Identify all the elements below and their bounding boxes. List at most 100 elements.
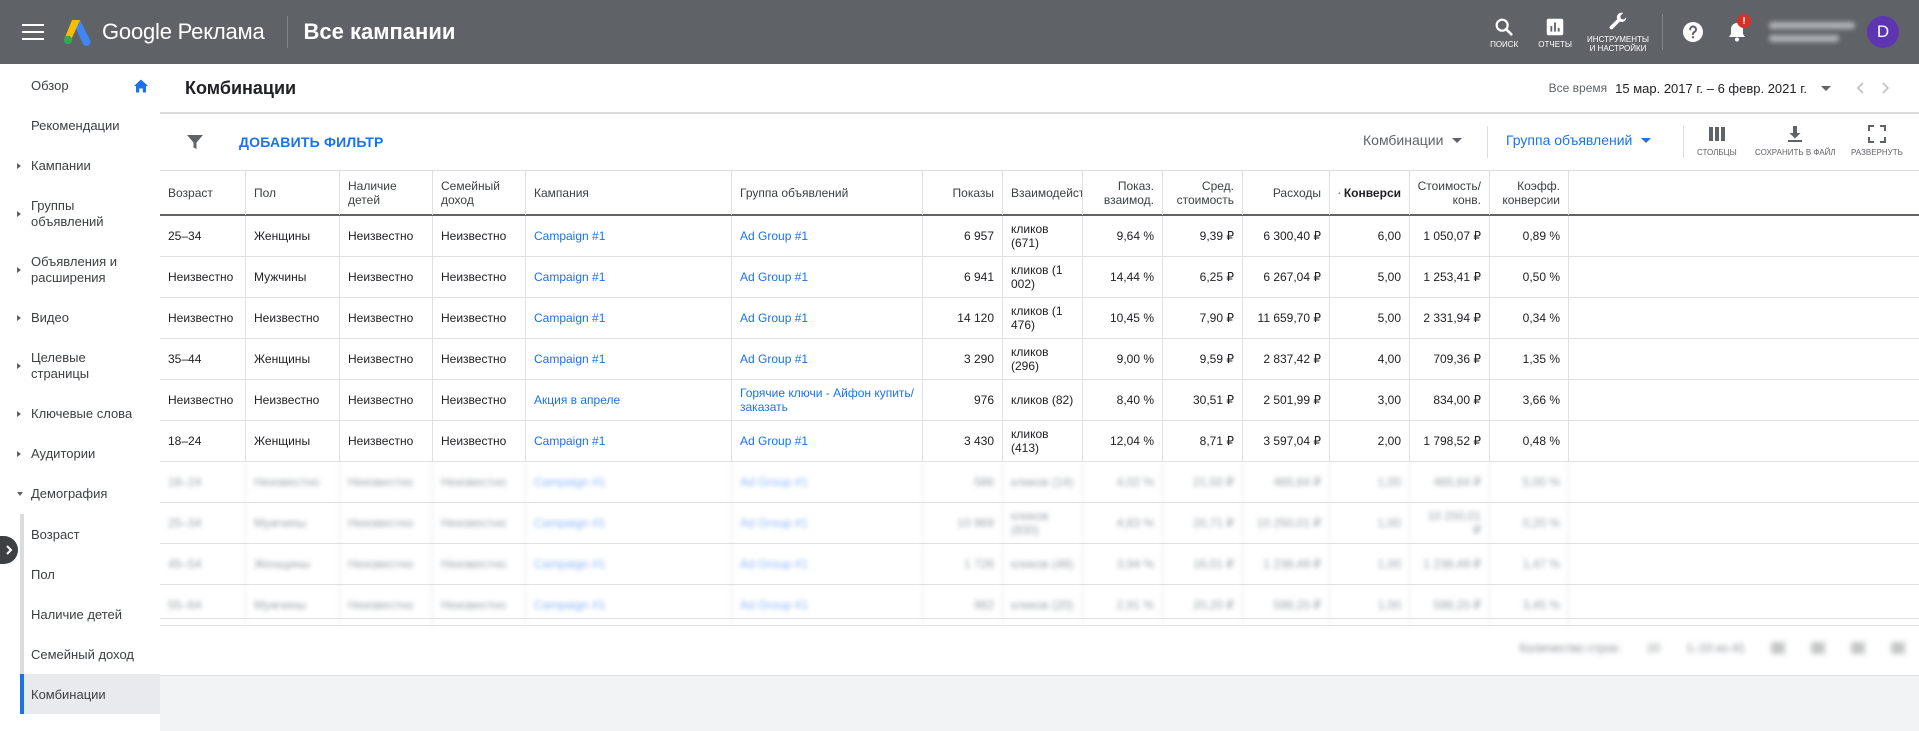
campaign-link[interactable]: Campaign #1 xyxy=(526,462,732,502)
ad-group-link[interactable]: Ad Group #1 xyxy=(732,421,923,461)
sidebar-item-campaigns[interactable]: Кампании xyxy=(0,146,160,186)
add-filter-button[interactable]: ДОБАВИТЬ ФИЛЬТР xyxy=(239,134,384,150)
column-header[interactable]: Наличие детей xyxy=(340,171,433,215)
ad-group-link[interactable]: Ad Group #1 xyxy=(732,339,923,379)
previous-period-button[interactable] xyxy=(1849,76,1873,100)
notifications-button[interactable]: ! xyxy=(1715,0,1759,64)
sidebar-item-label: Демография xyxy=(31,486,108,501)
date-dropdown-caret-icon[interactable] xyxy=(1821,85,1831,91)
sidebar-item-label: Объявления и расширения xyxy=(31,254,118,285)
table-row-redacted: 25–34 Мужчины Неизвестно Неизвестно Campaign… xyxy=(160,503,1919,544)
table-cell: 586 xyxy=(923,462,1003,502)
ad-group-link[interactable]: Ad Group #1 xyxy=(732,216,923,256)
sidebar-subitem-combinations[interactable]: Комбинации xyxy=(20,674,160,714)
column-header[interactable]: Кампания xyxy=(526,171,732,215)
table-cell: 2,00 xyxy=(1330,421,1410,461)
campaign-link[interactable]: Акция в апреле xyxy=(526,380,732,420)
column-header[interactable]: Конверси xyxy=(1330,171,1410,215)
next-page-icon[interactable] xyxy=(1851,642,1865,654)
expand-button[interactable]: РАЗВЕРНУТЬ xyxy=(1851,124,1903,157)
columns-button[interactable]: СТОЛБЦЫ xyxy=(1697,124,1737,157)
campaign-link[interactable]: Campaign #1 xyxy=(526,339,732,379)
sidebar-item-label: Обзор xyxy=(31,78,69,93)
campaign-link[interactable]: Campaign #1 xyxy=(526,544,732,584)
sidebar-subitem-parental-status[interactable]: Наличие детей xyxy=(20,594,160,634)
avatar[interactable]: D xyxy=(1867,16,1899,48)
expand-arrow-icon xyxy=(17,451,21,457)
sidebar-subitem-household-income[interactable]: Семейный доход xyxy=(20,634,160,674)
ad-group-link[interactable]: Ad Group #1 xyxy=(732,544,923,584)
next-period-button[interactable] xyxy=(1873,76,1897,100)
table-cell: 0,89 % xyxy=(1490,216,1569,256)
segment-ad-group-dropdown[interactable]: Группа объявлений xyxy=(1506,132,1652,148)
campaign-link[interactable]: Campaign #1 xyxy=(526,257,732,297)
table-cell: 3,94 % xyxy=(1083,544,1163,584)
table-cell: 6 941 xyxy=(923,257,1003,297)
first-page-icon[interactable] xyxy=(1771,642,1785,654)
google-ads-logo[interactable]: Google Реклама xyxy=(62,18,265,46)
search-label: ПОИСК xyxy=(1490,39,1519,49)
search-button[interactable]: ПОИСК xyxy=(1480,0,1528,64)
table-cell: Неизвестно xyxy=(340,503,433,543)
ad-group-link[interactable]: Ad Group #1 xyxy=(732,298,923,338)
column-header[interactable]: Расходы xyxy=(1243,171,1330,215)
table-cell: 4,00 xyxy=(1330,339,1410,379)
ad-group-link[interactable]: Ad Group #1 xyxy=(732,503,923,543)
table-cell: Неизвестно xyxy=(160,380,246,420)
prev-page-icon[interactable] xyxy=(1811,642,1825,654)
column-header[interactable]: Показ. взаимод. xyxy=(1083,171,1163,215)
tools-button[interactable]: ИНСТРУМЕНТЫ И НАСТРОЙКИ xyxy=(1582,0,1654,64)
table-cell: 709,36 ₽ xyxy=(1410,339,1490,379)
campaign-link[interactable]: Campaign #1 xyxy=(526,503,732,543)
table-cell: 1,00 xyxy=(1330,462,1410,502)
column-header[interactable]: Пол xyxy=(246,171,340,215)
expand-arrow-icon xyxy=(17,211,21,217)
campaign-link[interactable]: Campaign #1 xyxy=(526,216,732,256)
column-header[interactable]: Группа объявлений xyxy=(732,171,923,215)
table-cell: кликов (82) xyxy=(1003,380,1083,420)
column-header[interactable]: Взаимодейств xyxy=(1003,171,1083,215)
last-page-icon[interactable] xyxy=(1891,642,1905,654)
sidebar-item-ads-extensions[interactable]: Объявления и расширения xyxy=(0,242,160,298)
menu-icon[interactable] xyxy=(22,24,44,40)
ad-group-link[interactable]: Ad Group #1 xyxy=(732,462,923,502)
column-header[interactable]: Семейный доход xyxy=(433,171,526,215)
campaign-link[interactable]: Campaign #1 xyxy=(526,298,732,338)
table-cell: Женщины xyxy=(246,339,340,379)
column-header[interactable]: Сред. стоимость xyxy=(1163,171,1243,215)
filter-icon[interactable] xyxy=(185,132,205,152)
table-cell: 9,00 % xyxy=(1083,339,1163,379)
column-header[interactable]: Коэфф. конверсии xyxy=(1490,171,1569,215)
expand-arrow-icon xyxy=(17,267,21,273)
ad-group-link[interactable]: Горячие ключи - Айфон купить/ заказать xyxy=(732,380,923,420)
segment-combinations-dropdown[interactable]: Комбинации xyxy=(1363,132,1463,148)
sidebar-item-landing-pages[interactable]: Целевые страницы xyxy=(0,338,160,394)
sidebar-item-audiences[interactable]: Аудитории xyxy=(0,434,160,474)
sidebar-item-keywords[interactable]: Ключевые слова xyxy=(0,394,160,434)
download-button[interactable]: СОХРАНИТЬ В ФАЙЛ xyxy=(1755,124,1836,157)
rows-per-page-select[interactable]: 10 xyxy=(1647,641,1660,655)
sidebar-item-overview[interactable]: Обзор xyxy=(0,66,160,106)
sidebar-item-video[interactable]: Видео xyxy=(0,298,160,338)
collapse-arrow-icon xyxy=(17,492,23,496)
help-button[interactable] xyxy=(1671,0,1715,64)
column-header-label: Расходы xyxy=(1272,186,1321,200)
date-range-value[interactable]: 15 мар. 2017 г. – 6 февр. 2021 г. xyxy=(1615,81,1807,96)
table-row: Неизвестно Неизвестно Неизвестно Неизвестно… xyxy=(160,380,1919,421)
table-cell: кликов (14) xyxy=(1003,462,1083,502)
expand-arrow-icon xyxy=(17,315,21,321)
sidebar-subitem-gender[interactable]: Пол xyxy=(20,554,160,594)
column-header[interactable]: Возраст xyxy=(160,171,246,215)
reports-button[interactable]: ОТЧЕТЫ xyxy=(1528,0,1582,64)
sidebar-item-recommendations[interactable]: Рекомендации xyxy=(0,106,160,146)
sidebar-item-demographics[interactable]: Демография xyxy=(0,474,160,514)
sidebar-subitem-age[interactable]: Возраст xyxy=(20,514,160,554)
column-header[interactable]: Показы xyxy=(923,171,1003,215)
account-info-redacted[interactable] xyxy=(1769,15,1861,49)
campaign-link[interactable]: Campaign #1 xyxy=(526,421,732,461)
ad-group-link[interactable]: Ad Group #1 xyxy=(732,257,923,297)
table-cell: 0,48 % xyxy=(1490,421,1569,461)
sidebar-collapse-button[interactable] xyxy=(0,536,18,564)
sidebar-item-ad-groups[interactable]: Группы объявлений xyxy=(0,186,160,242)
column-header[interactable]: Стоимость/ конв. xyxy=(1410,171,1490,215)
